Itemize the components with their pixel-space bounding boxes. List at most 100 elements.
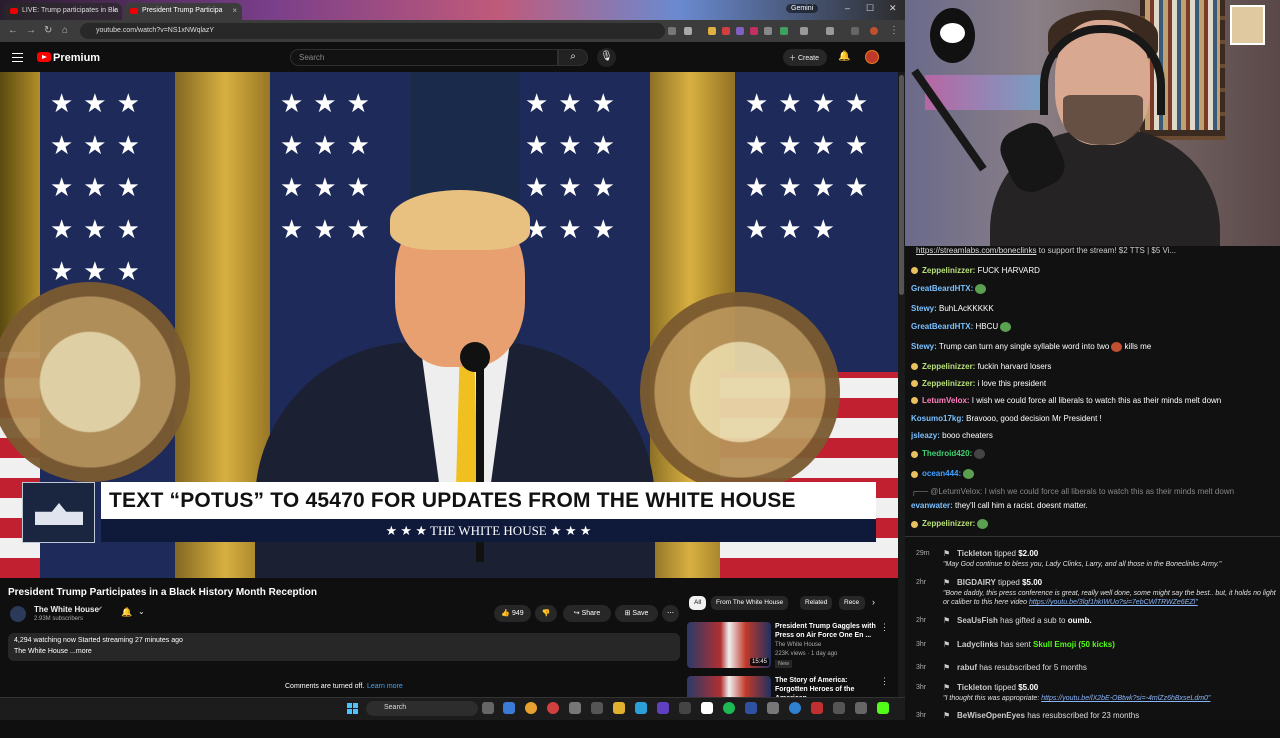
scrollbar-thumb[interactable] bbox=[899, 75, 904, 295]
event-user[interactable]: Tickleton bbox=[957, 549, 992, 558]
taskbar-app-icon[interactable] bbox=[767, 702, 779, 714]
video-thumbnail[interactable] bbox=[687, 676, 771, 697]
extension-icon[interactable] bbox=[722, 27, 730, 35]
recommended-channel[interactable]: The White House bbox=[775, 642, 821, 648]
learn-more-link[interactable]: Learn more bbox=[367, 683, 403, 690]
close-icon[interactable]: × bbox=[232, 6, 237, 15]
taskbar-app-icon[interactable] bbox=[635, 702, 647, 714]
event-user[interactable]: rabuf bbox=[957, 663, 977, 672]
chat-username[interactable]: Zeppelinizzer: bbox=[922, 362, 975, 371]
chat-username[interactable]: Stewy: bbox=[911, 342, 937, 351]
taskbar-app-icon[interactable] bbox=[789, 702, 801, 714]
event-link[interactable]: https://youtu.be/3lqf1hkIWUo?si=7ebCWlTR… bbox=[1029, 599, 1198, 606]
description-snippet[interactable]: The White House ...more bbox=[14, 648, 92, 655]
chrome-icon[interactable] bbox=[525, 702, 537, 714]
kick-icon[interactable] bbox=[877, 702, 889, 714]
extension-icon[interactable] bbox=[750, 27, 758, 35]
browser-tab-live[interactable]: LIVE: Trump participates in Bla × bbox=[4, 3, 122, 20]
chip-recent[interactable]: Rece bbox=[839, 596, 865, 610]
extension-icon[interactable] bbox=[764, 27, 772, 35]
extension-icon[interactable] bbox=[668, 27, 676, 35]
extensions-puzzle-icon[interactable] bbox=[800, 27, 808, 35]
bookmark-star-icon[interactable] bbox=[684, 27, 692, 35]
more-options-icon[interactable]: ⋮ bbox=[880, 622, 889, 633]
chat-username[interactable]: GreatBeardHTX: bbox=[911, 284, 973, 293]
extension-icon[interactable] bbox=[736, 27, 744, 35]
like-button[interactable]: 👍 949 bbox=[494, 605, 531, 622]
windows-start-icon[interactable] bbox=[347, 703, 358, 714]
search-input[interactable]: Search bbox=[290, 49, 558, 66]
recommended-title[interactable]: The Story of America: Forgotten Heroes o… bbox=[775, 676, 881, 697]
channel-name[interactable]: The White House bbox=[34, 605, 99, 614]
share-button[interactable]: ↪ Share bbox=[563, 605, 611, 622]
back-icon[interactable]: ← bbox=[8, 25, 18, 36]
forward-icon[interactable]: → bbox=[26, 25, 36, 36]
chevron-down-icon[interactable]: ⌄ bbox=[138, 607, 145, 616]
recommended-video[interactable]: 15:45 President Trump Gaggles with Press… bbox=[687, 622, 897, 670]
extension-icon[interactable] bbox=[708, 27, 716, 35]
taskbar-app-icon[interactable] bbox=[833, 702, 845, 714]
hamburger-menu-icon[interactable] bbox=[12, 53, 23, 62]
chat-username[interactable]: ocean444: bbox=[922, 469, 961, 478]
chat-username[interactable]: LetumVelox: bbox=[922, 396, 970, 405]
chip-from-white-house[interactable]: From The White House bbox=[711, 596, 789, 610]
youtube-logo[interactable] bbox=[37, 52, 51, 62]
maximize-icon[interactable]: ☐ bbox=[866, 3, 874, 14]
video-thumbnail[interactable]: 15:45 bbox=[687, 622, 771, 668]
avatar-icon[interactable] bbox=[870, 27, 878, 35]
video-player[interactable]: ★★★★★★★★★★★★★★★ ★★★★★★★★★★★★ ★★★★★★★★★★★… bbox=[0, 72, 898, 578]
taskbar-app-icon[interactable] bbox=[547, 702, 559, 714]
chat-username[interactable]: Zeppelinizzer: bbox=[922, 379, 975, 388]
taskbar-app-icon[interactable] bbox=[569, 702, 581, 714]
create-button[interactable]: ＋ Create bbox=[783, 49, 827, 66]
chat-username[interactable]: Stewy: bbox=[911, 304, 937, 313]
reload-icon[interactable]: ↻ bbox=[44, 25, 52, 36]
recommended-title[interactable]: President Trump Gaggles with Press on Ai… bbox=[775, 622, 881, 640]
event-user[interactable]: Tickleton bbox=[957, 683, 992, 692]
dislike-button[interactable]: 👎 bbox=[535, 605, 557, 622]
browser-tab-active[interactable]: President Trump Participa × bbox=[124, 3, 242, 20]
sidebar-icon[interactable] bbox=[826, 27, 834, 35]
taskbar-app-icon[interactable] bbox=[855, 702, 867, 714]
notifications-bell-icon[interactable]: 🔔 bbox=[838, 51, 850, 62]
kebab-menu-icon[interactable]: ⋮ bbox=[889, 25, 899, 36]
channel-avatar[interactable] bbox=[10, 606, 26, 622]
task-view-icon[interactable] bbox=[482, 702, 494, 714]
chat-username[interactable]: GreatBeardHTX: bbox=[911, 322, 973, 331]
account-avatar[interactable] bbox=[865, 50, 879, 64]
event-user[interactable]: Ladyclinks bbox=[957, 640, 998, 649]
chip-related[interactable]: Related bbox=[800, 596, 833, 610]
save-button[interactable]: ⊞ Save bbox=[615, 605, 658, 622]
event-user[interactable]: SeaUsFish bbox=[957, 616, 998, 625]
taskbar-search[interactable]: Search bbox=[366, 701, 478, 716]
subscription-bell-icon[interactable]: 🔔 bbox=[121, 607, 132, 618]
taskbar-app-icon[interactable] bbox=[591, 702, 603, 714]
chat-username[interactable]: Thedroid420: bbox=[922, 449, 972, 458]
spotify-icon[interactable] bbox=[723, 702, 735, 714]
chat-username[interactable]: jsleazy: bbox=[911, 431, 940, 440]
obs-icon[interactable] bbox=[701, 702, 713, 714]
minimize-icon[interactable]: – bbox=[845, 3, 850, 13]
chat-username[interactable]: Zeppelinizzer: bbox=[922, 519, 975, 528]
more-actions-button[interactable]: ⋯ bbox=[662, 605, 679, 622]
more-options-icon[interactable]: ⋮ bbox=[880, 676, 889, 687]
taskbar-app-icon[interactable] bbox=[679, 702, 691, 714]
close-window-icon[interactable]: ✕ bbox=[889, 3, 897, 14]
chip-all[interactable]: All bbox=[689, 596, 707, 610]
chat-username[interactable]: Zeppelinizzer: bbox=[922, 266, 975, 275]
chat-username[interactable]: evanwater: bbox=[911, 501, 953, 510]
home-icon[interactable]: ⌂ bbox=[62, 25, 68, 36]
streamlabs-link[interactable]: https://streamlabs.com/boneclinks bbox=[916, 246, 1037, 255]
profile-icon[interactable] bbox=[851, 27, 859, 35]
taskbar-app-icon[interactable] bbox=[745, 702, 757, 714]
recommended-video[interactable]: The Story of America: Forgotten Heroes o… bbox=[687, 676, 897, 697]
event-user[interactable]: BeWiseOpenEyes bbox=[957, 711, 1025, 720]
extension-icon[interactable] bbox=[780, 27, 788, 35]
taskbar-app-icon[interactable] bbox=[811, 702, 823, 714]
voice-search-button[interactable]: 🎙 bbox=[597, 48, 616, 67]
close-icon[interactable]: × bbox=[112, 6, 117, 15]
event-link[interactable]: https://youtu.be/lX2bE-OBtwk?si=-4mlZz6h… bbox=[1041, 695, 1210, 702]
gemini-button[interactable]: Gemini bbox=[786, 4, 819, 13]
taskbar-app-icon[interactable] bbox=[503, 702, 515, 714]
search-button[interactable]: ⌕ bbox=[558, 49, 588, 66]
